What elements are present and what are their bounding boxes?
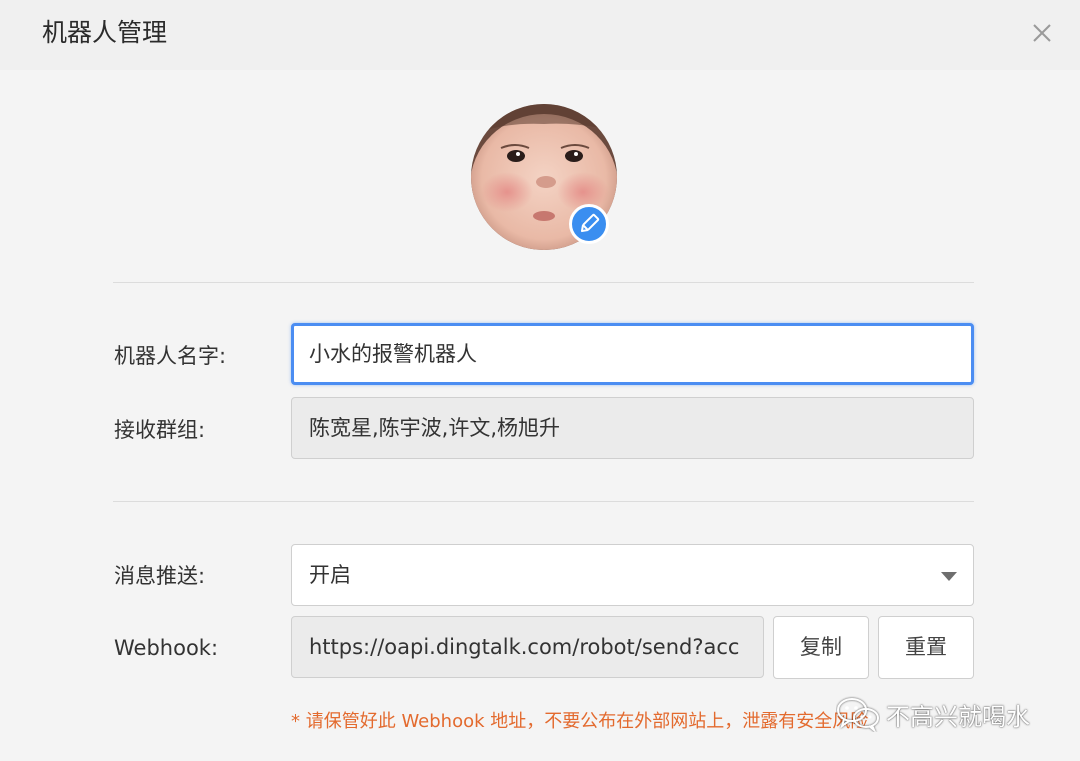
edit-avatar-button[interactable] — [569, 204, 609, 244]
robot-name-label: 机器人名字: — [114, 344, 227, 368]
dialog-header: 机器人管理 — [0, 0, 1080, 70]
webhook-field[interactable]: https://oapi.dingtalk.com/robot/send?acc — [291, 616, 764, 678]
pencil-icon — [580, 213, 600, 233]
copy-button[interactable]: 复制 — [773, 616, 869, 679]
reset-button[interactable]: 重置 — [878, 616, 974, 679]
divider-top — [113, 282, 974, 283]
security-warning: * 请保管好此 Webhook 地址，不要公布在外部网站上，泄露有安全风险 — [291, 711, 869, 732]
webhook-label: Webhook: — [114, 636, 219, 660]
receive-group-label: 接收群组: — [114, 418, 206, 442]
message-push-select[interactable]: 开启 — [291, 544, 974, 606]
message-push-label: 消息推送: — [114, 564, 206, 588]
dialog-title: 机器人管理 — [42, 18, 168, 47]
robot-name-input[interactable]: 小水的报警机器人 — [291, 323, 974, 385]
avatar-container — [471, 104, 617, 250]
message-push-value: 开启 — [309, 563, 351, 587]
close-icon[interactable] — [1027, 18, 1057, 48]
caret-down-icon — [941, 572, 957, 581]
receive-group-field: 陈宽星,陈宇波,许文,杨旭升 — [291, 397, 974, 459]
divider-middle — [113, 501, 974, 502]
watermark-text: 不高兴就喝水 — [886, 702, 1030, 731]
watermark: 不高兴就喝水 — [836, 694, 1030, 734]
wechat-icon — [837, 698, 879, 732]
